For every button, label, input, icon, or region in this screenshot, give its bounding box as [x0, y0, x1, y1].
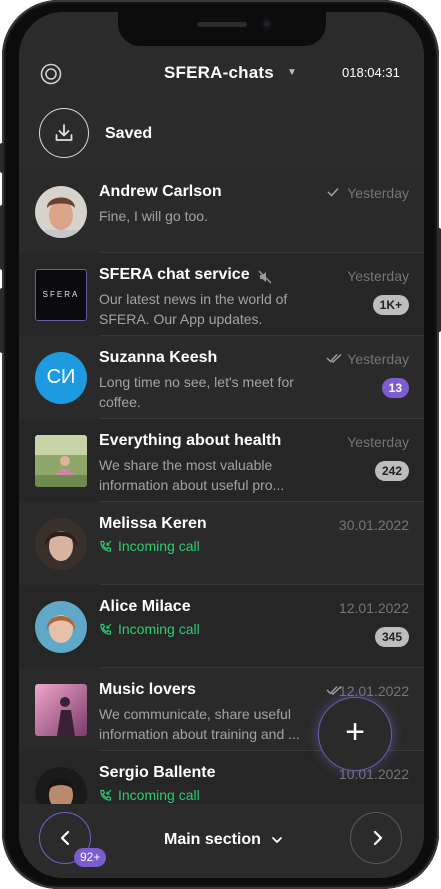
- avatar: [35, 518, 87, 570]
- mute-icon: [258, 270, 272, 284]
- avatar: [35, 435, 87, 487]
- chat-name: Alice Milace: [99, 598, 191, 615]
- avatar: SFERA: [35, 269, 87, 321]
- chat-row-andrew-carlson[interactable]: Andrew Carlson Fine, I will go too. Yest…: [19, 170, 424, 253]
- phone-frame: SFERA-chats ▼ 018:04:31 Saved Andrew Car…: [0, 0, 441, 889]
- chat-row-sfera-service[interactable]: SFERA SFERA chat service Our latest news…: [19, 253, 424, 336]
- chevron-down-icon[interactable]: [271, 834, 283, 846]
- avatar: [35, 767, 87, 804]
- chat-preview: Fine, I will go too.: [99, 208, 208, 224]
- unread-badge: 242: [374, 461, 409, 481]
- chat-preview: Long time no see, let's meet for coffee.: [99, 374, 294, 410]
- settings-icon[interactable]: [40, 63, 62, 85]
- device-notch: [118, 12, 326, 46]
- unread-badge: 345: [374, 627, 409, 647]
- new-chat-button[interactable]: +: [318, 697, 392, 771]
- chat-name: Music lovers: [99, 681, 196, 698]
- chat-row-health[interactable]: Everything about health We share the mos…: [19, 419, 424, 502]
- chat-time: Yesterday: [347, 351, 409, 367]
- saved-button[interactable]: [39, 108, 89, 158]
- chat-time: 30.01.2022: [338, 517, 409, 533]
- incoming-call-icon: [100, 540, 112, 552]
- chat-row-alice-milace[interactable]: Alice Milace Incoming call 12.01.2022 34…: [19, 585, 424, 668]
- call-label: Incoming call: [118, 787, 200, 803]
- chat-time: Yesterday: [347, 185, 409, 201]
- chat-row-melissa-keren[interactable]: Melissa Keren Incoming call 30.01.2022: [19, 502, 424, 585]
- avatar: [35, 186, 87, 238]
- chat-name: Melissa Keren: [99, 515, 207, 532]
- chat-row-suzanna-keesh[interactable]: СИ Suzanna Keesh Long time no see, let's…: [19, 336, 424, 419]
- avatar: СИ: [35, 352, 87, 404]
- double-check-icon: [326, 352, 342, 366]
- plus-icon: +: [345, 713, 365, 751]
- download-icon: [55, 124, 73, 141]
- chat-time: 12.01.2022: [338, 600, 409, 616]
- avatar: [35, 684, 87, 736]
- saved-label[interactable]: Saved: [105, 125, 152, 143]
- avatar-logo-text: SFERA: [42, 290, 80, 299]
- incoming-call-status: Incoming call: [99, 621, 200, 637]
- chat-name: SFERA chat service: [99, 266, 250, 283]
- unread-badge: 1K+: [372, 295, 409, 315]
- chat-time: Yesterday: [347, 434, 409, 450]
- chat-time: Yesterday: [347, 268, 409, 284]
- chat-name: Sergio Ballente: [99, 764, 216, 781]
- chat-name: Suzanna Keesh: [99, 349, 218, 366]
- chevron-right-icon: [373, 830, 383, 846]
- avatar-initials: СИ: [46, 366, 76, 388]
- chat-name: Andrew Carlson: [99, 183, 222, 200]
- avatar: [35, 601, 87, 653]
- app-screen: SFERA-chats ▼ 018:04:31 Saved Andrew Car…: [19, 12, 424, 878]
- clock: 018:04:31: [342, 65, 400, 80]
- incoming-call-status: Incoming call: [99, 787, 200, 803]
- chat-preview: Our latest news in the world of SFERA. O…: [99, 291, 288, 327]
- unread-badge: 13: [381, 378, 409, 398]
- unread-total-badge: 92+: [74, 848, 107, 867]
- next-section-button[interactable]: [350, 812, 402, 864]
- app-title[interactable]: SFERA-chats: [164, 63, 274, 83]
- bottom-bar: 92+ Main section: [19, 804, 424, 878]
- chat-preview: We share the most valuable information a…: [99, 457, 285, 493]
- call-label: Incoming call: [118, 621, 200, 637]
- incoming-call-status: Incoming call: [99, 538, 200, 554]
- section-selector[interactable]: Main section: [164, 831, 261, 849]
- check-icon: [327, 186, 339, 200]
- call-label: Incoming call: [118, 538, 200, 554]
- title-dropdown-icon[interactable]: ▼: [287, 67, 297, 78]
- chevron-left-icon: [60, 830, 70, 846]
- incoming-call-icon: [100, 623, 112, 635]
- chat-preview: We communicate, share useful information…: [99, 706, 300, 742]
- incoming-call-icon: [100, 789, 112, 801]
- chat-name: Everything about health: [99, 432, 282, 449]
